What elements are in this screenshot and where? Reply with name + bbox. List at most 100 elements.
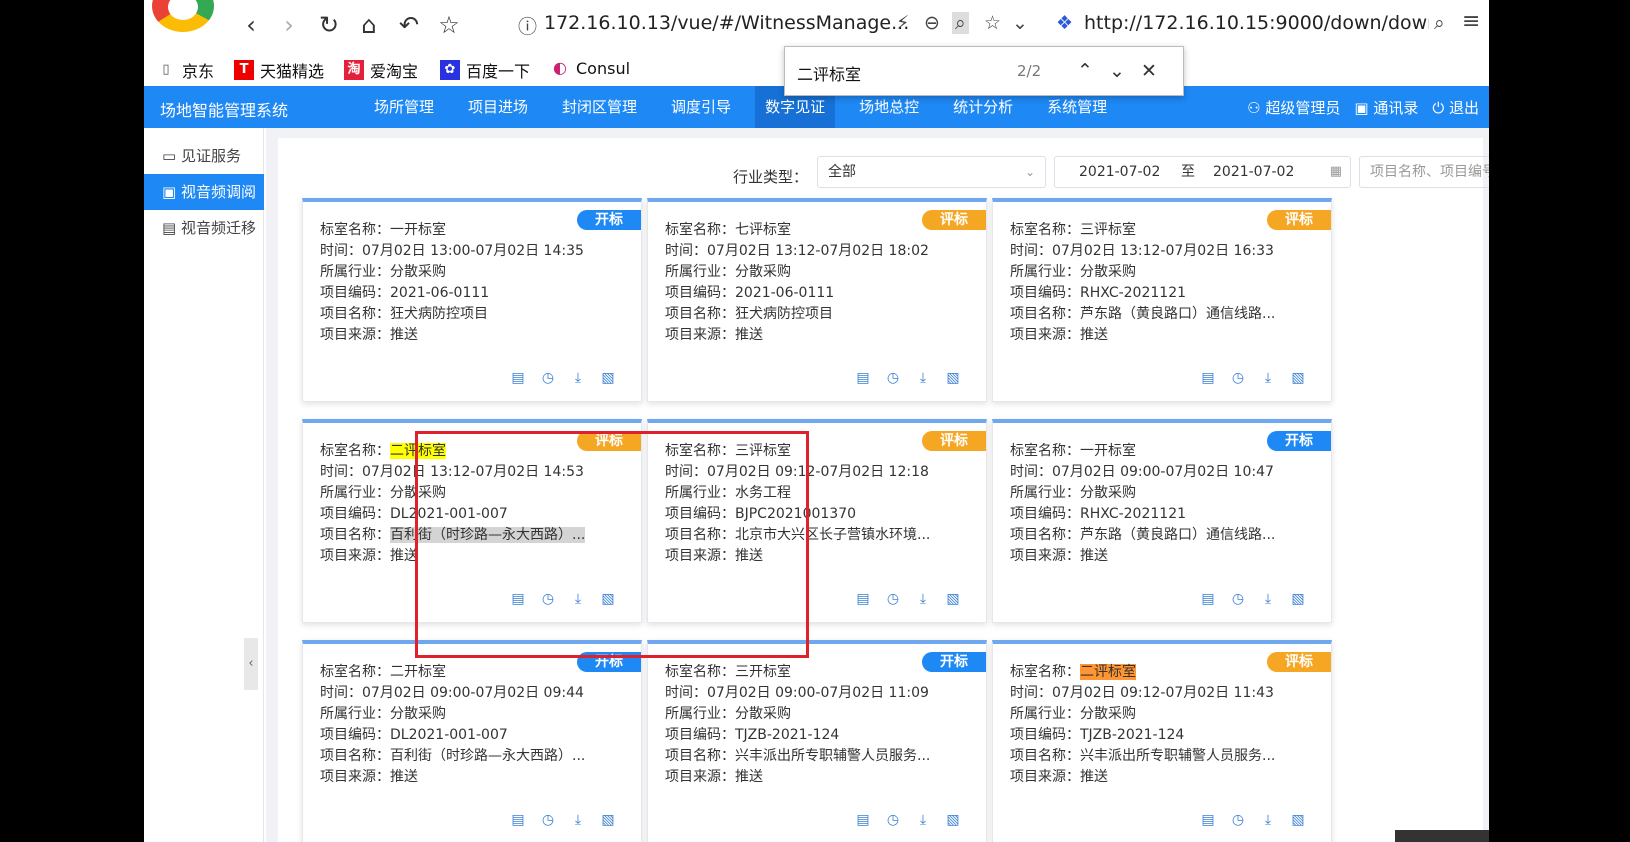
find-bar: 二评标室 2/2 ⌃ ⌄ ✕ [784, 46, 1184, 96]
card-field-industry: 所属行业：分散采购 [1010, 483, 1320, 504]
reload-icon[interactable]: ↻ [314, 10, 344, 40]
industry-select[interactable]: 全部 ⌄ [817, 156, 1046, 188]
sidebar-item-av-review[interactable]: ▣ 视音频调阅 [144, 174, 264, 210]
date-end[interactable]: 2021-07-02 [1213, 157, 1294, 187]
download-icon[interactable]: ⤓ [914, 811, 932, 829]
search-placeholder: 项目名称、项目编号、专家姓名 [1370, 164, 1489, 180]
room-card[interactable]: 评标 标室名称：七评标室 时间：07月02日 13:12-07月02日 18:02 所… [647, 198, 987, 402]
sidebar-item-label: 视音频调阅 [180, 183, 256, 201]
room-card[interactable]: 开标 标室名称：一开标室 时间：07月02日 13:00-07月02日 14:35 所… [302, 198, 642, 402]
url-field[interactable]: 172.16.10.13/vue/#/WitnessManage... [544, 12, 909, 34]
home-icon[interactable]: ⌂ [354, 10, 384, 40]
date-range-picker[interactable]: 2021-07-02 至 2021-07-02 ▦ [1054, 156, 1351, 188]
nav-item[interactable]: 封闭区管理 [552, 86, 647, 128]
field-label: 标室名称： [320, 443, 390, 459]
document-icon[interactable]: ▤ [854, 369, 872, 387]
document-icon[interactable]: ▤ [1199, 590, 1217, 608]
nav-item[interactable]: 项目进场 [458, 86, 538, 128]
forward-icon[interactable]: › [274, 10, 304, 40]
clock-icon[interactable]: ◷ [1229, 369, 1247, 387]
nav-item[interactable]: 调度引导 [661, 86, 741, 128]
video-file-icon[interactable]: ▧ [599, 811, 617, 829]
video-file-icon[interactable]: ▧ [944, 811, 962, 829]
zoom-out-icon[interactable]: ⊖ [924, 12, 940, 34]
download-icon[interactable]: ⤓ [1259, 590, 1277, 608]
find-next-icon[interactable]: ⌄ [1103, 57, 1131, 85]
video-file-icon[interactable]: ▧ [944, 369, 962, 387]
download-icon[interactable]: ⤓ [914, 590, 932, 608]
dropdown-icon[interactable]: ⌄ [1012, 12, 1028, 34]
search-url-field[interactable]: http://172.16.10.15:9000/down/dowr [1084, 12, 1429, 34]
video-file-icon[interactable]: ▧ [944, 590, 962, 608]
undo-icon[interactable]: ↶ [394, 10, 424, 40]
find-close-icon[interactable]: ✕ [1135, 57, 1163, 85]
document-icon[interactable]: ▤ [1199, 369, 1217, 387]
info-icon[interactable]: ⓘ [518, 12, 537, 39]
clock-icon[interactable]: ◷ [884, 811, 902, 829]
collapse-sidebar-icon[interactable]: ‹ [244, 638, 258, 690]
clock-icon[interactable]: ◷ [1229, 590, 1247, 608]
sidebar-item-witness[interactable]: ▭ 见证服务 [144, 138, 264, 174]
date-start[interactable]: 2021-07-02 [1079, 157, 1160, 187]
sidebar-item-av-migrate[interactable]: ▤ 视音频迁移 [144, 210, 264, 246]
field-label: 项目来源： [665, 769, 735, 785]
clock-icon[interactable]: ◷ [539, 369, 557, 387]
document-icon[interactable]: ▤ [854, 811, 872, 829]
back-icon[interactable]: ‹ [236, 10, 266, 40]
search-input[interactable]: 项目名称、项目编号、专家姓名 ⌕ [1359, 156, 1489, 188]
room-card[interactable]: 开标 标室名称：三开标室 时间：07月02日 09:00-07月02日 11:09 所… [647, 640, 987, 842]
find-input[interactable]: 二评标室 [797, 61, 861, 85]
field-value: 分散采购 [735, 706, 791, 722]
room-card[interactable]: 评标 标室名称：二评标室 时间：07月02日 09:12-07月02日 11:43 所… [992, 640, 1332, 842]
room-card[interactable]: 开标 标室名称：二开标室 时间：07月02日 09:00-07月02日 09:44 所… [302, 640, 642, 842]
clock-icon[interactable]: ◷ [1229, 811, 1247, 829]
document-icon[interactable]: ▤ [509, 369, 527, 387]
card-field-room: 标室名称：三开标室 [665, 662, 975, 683]
document-icon[interactable]: ▤ [509, 811, 527, 829]
document-icon[interactable]: ▤ [1199, 811, 1217, 829]
nav-item[interactable]: 场所管理 [364, 86, 444, 128]
find-toggle-icon[interactable]: ⌕ [952, 12, 969, 34]
card-details: 标室名称：二评标室 时间：07月02日 09:12-07月02日 11:43 所属行… [1010, 662, 1320, 788]
bookmark-baidu[interactable]: ✿ 百度一下 [440, 58, 530, 82]
download-icon[interactable]: ⤓ [914, 369, 932, 387]
download-icon[interactable]: ⤓ [1259, 811, 1277, 829]
card-field-room: 标室名称：二评标室 [1010, 662, 1320, 683]
lightning-icon[interactable]: ⚡ [896, 12, 909, 34]
download-icon[interactable]: ⤓ [569, 811, 587, 829]
video-file-icon[interactable]: ▧ [1289, 590, 1307, 608]
clock-icon[interactable]: ◷ [884, 590, 902, 608]
field-label: 所属行业： [1010, 264, 1080, 280]
sidebar-item-label: 见证服务 [180, 147, 241, 165]
bookmark-jd[interactable]: ▯ 京东 [156, 58, 214, 82]
user-menu[interactable]: ⚇ 超级管理员 [1247, 97, 1340, 118]
bookmark-tmall[interactable]: T 天猫精选 [234, 58, 324, 82]
search-icon[interactable]: ⌕ [1434, 12, 1445, 34]
room-card[interactable]: 评标 标室名称：三评标室 时间：07月02日 13:12-07月02日 16:33 所… [992, 198, 1332, 402]
document-icon[interactable]: ▤ [854, 590, 872, 608]
card-field-source: 项目来源：推送 [665, 325, 975, 346]
find-prev-icon[interactable]: ⌃ [1071, 57, 1099, 85]
card-field-name: 项目名称：百利街（时珍路—永大西路）... [320, 746, 630, 767]
bookmark-consul[interactable]: ◐ Consul [550, 58, 630, 78]
clock-icon[interactable]: ◷ [884, 369, 902, 387]
download-icon[interactable]: ⤓ [569, 369, 587, 387]
clock-icon[interactable]: ◷ [539, 811, 557, 829]
card-field-industry: 所属行业：分散采购 [1010, 262, 1320, 283]
card-field-industry: 所属行业：分散采购 [665, 704, 975, 725]
star-icon[interactable]: ☆ [434, 10, 464, 40]
favorite-icon[interactable]: ☆ [984, 12, 1001, 34]
bookmark-aitaobao[interactable]: 淘 爱淘宝 [344, 58, 418, 82]
room-card[interactable]: 开标 标室名称：一开标室 时间：07月02日 09:00-07月02日 10:47 所… [992, 419, 1332, 623]
contacts-link[interactable]: ▣ 通讯录 [1354, 97, 1418, 118]
video-file-icon[interactable]: ▧ [1289, 369, 1307, 387]
menu-icon[interactable]: ≡ [1462, 9, 1480, 34]
video-file-icon[interactable]: ▧ [1289, 811, 1307, 829]
industry-select-value: 全部 [828, 164, 856, 180]
field-value: 07月02日 13:12-07月02日 18:02 [707, 243, 929, 259]
video-file-icon[interactable]: ▧ [599, 369, 617, 387]
download-icon[interactable]: ⤓ [1259, 369, 1277, 387]
logout-button[interactable]: ⏻ 退出 [1432, 97, 1479, 118]
field-value: 推送 [390, 548, 418, 564]
field-value: TJZB-2021-124 [1080, 727, 1185, 743]
